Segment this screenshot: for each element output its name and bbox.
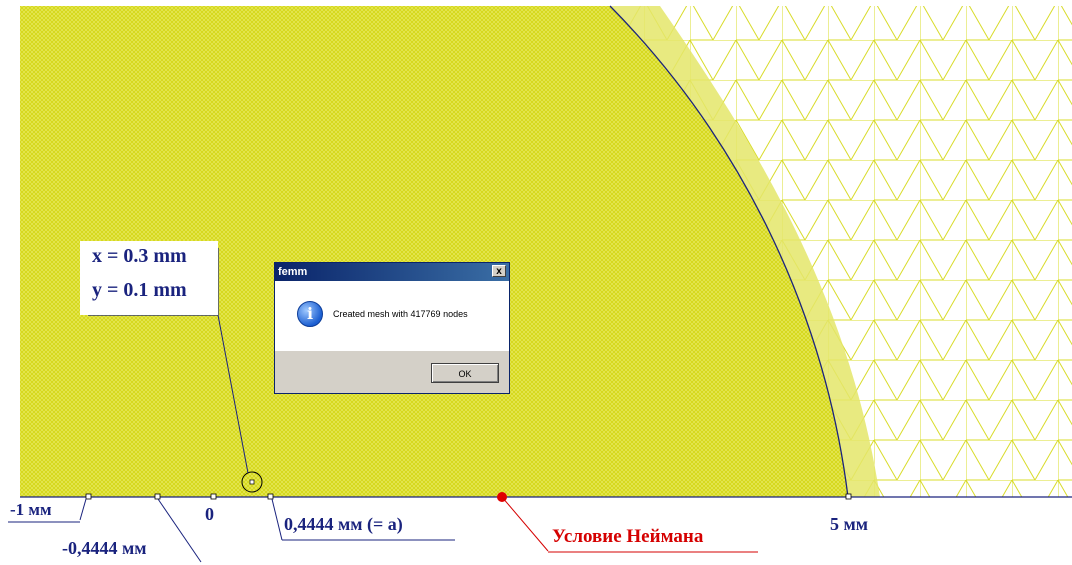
- node-minus-a[interactable]: [154, 493, 161, 500]
- dialog-message: Created mesh with 417769 nodes: [333, 309, 468, 319]
- label-minus-one-mm: -1 мм: [10, 500, 52, 519]
- information-icon: i: [297, 301, 323, 327]
- leader-neumann: [501, 496, 549, 552]
- dialog-title-bar[interactable]: femm x: [275, 263, 509, 281]
- x-coordinate-label: x = 0.3 mm: [92, 245, 187, 267]
- label-five-mm: 5 мм: [830, 514, 869, 534]
- leader-plus-a: [271, 498, 283, 541]
- node-zero[interactable]: [210, 493, 217, 500]
- node-minus-one[interactable]: [85, 493, 92, 500]
- node-five[interactable]: [845, 493, 852, 500]
- label-plus-a-mm: 0,4444 мм (= a): [284, 514, 403, 534]
- ok-button[interactable]: OK: [431, 363, 499, 383]
- dialog-body: i Created mesh with 417769 nodes: [275, 281, 509, 351]
- label-minus-a-mm: -0,4444 мм: [62, 538, 147, 558]
- label-neumann-condition: Условие Неймана: [552, 526, 704, 547]
- femm-message-dialog: femm x i Created mesh with 417769 nodes …: [274, 262, 510, 394]
- leader-minus-one: [79, 498, 87, 521]
- node-plus-a[interactable]: [267, 493, 274, 500]
- y-coordinate-label: y = 0.1 mm: [92, 279, 187, 301]
- dialog-title: femm: [278, 266, 308, 278]
- close-icon[interactable]: x: [492, 265, 506, 277]
- coordinate-annotation: x = 0.3 mm y = 0.1 mm: [80, 241, 218, 315]
- label-zero: 0: [205, 504, 214, 524]
- eval-point-node[interactable]: [249, 479, 255, 485]
- leader-minus-a: [157, 498, 202, 563]
